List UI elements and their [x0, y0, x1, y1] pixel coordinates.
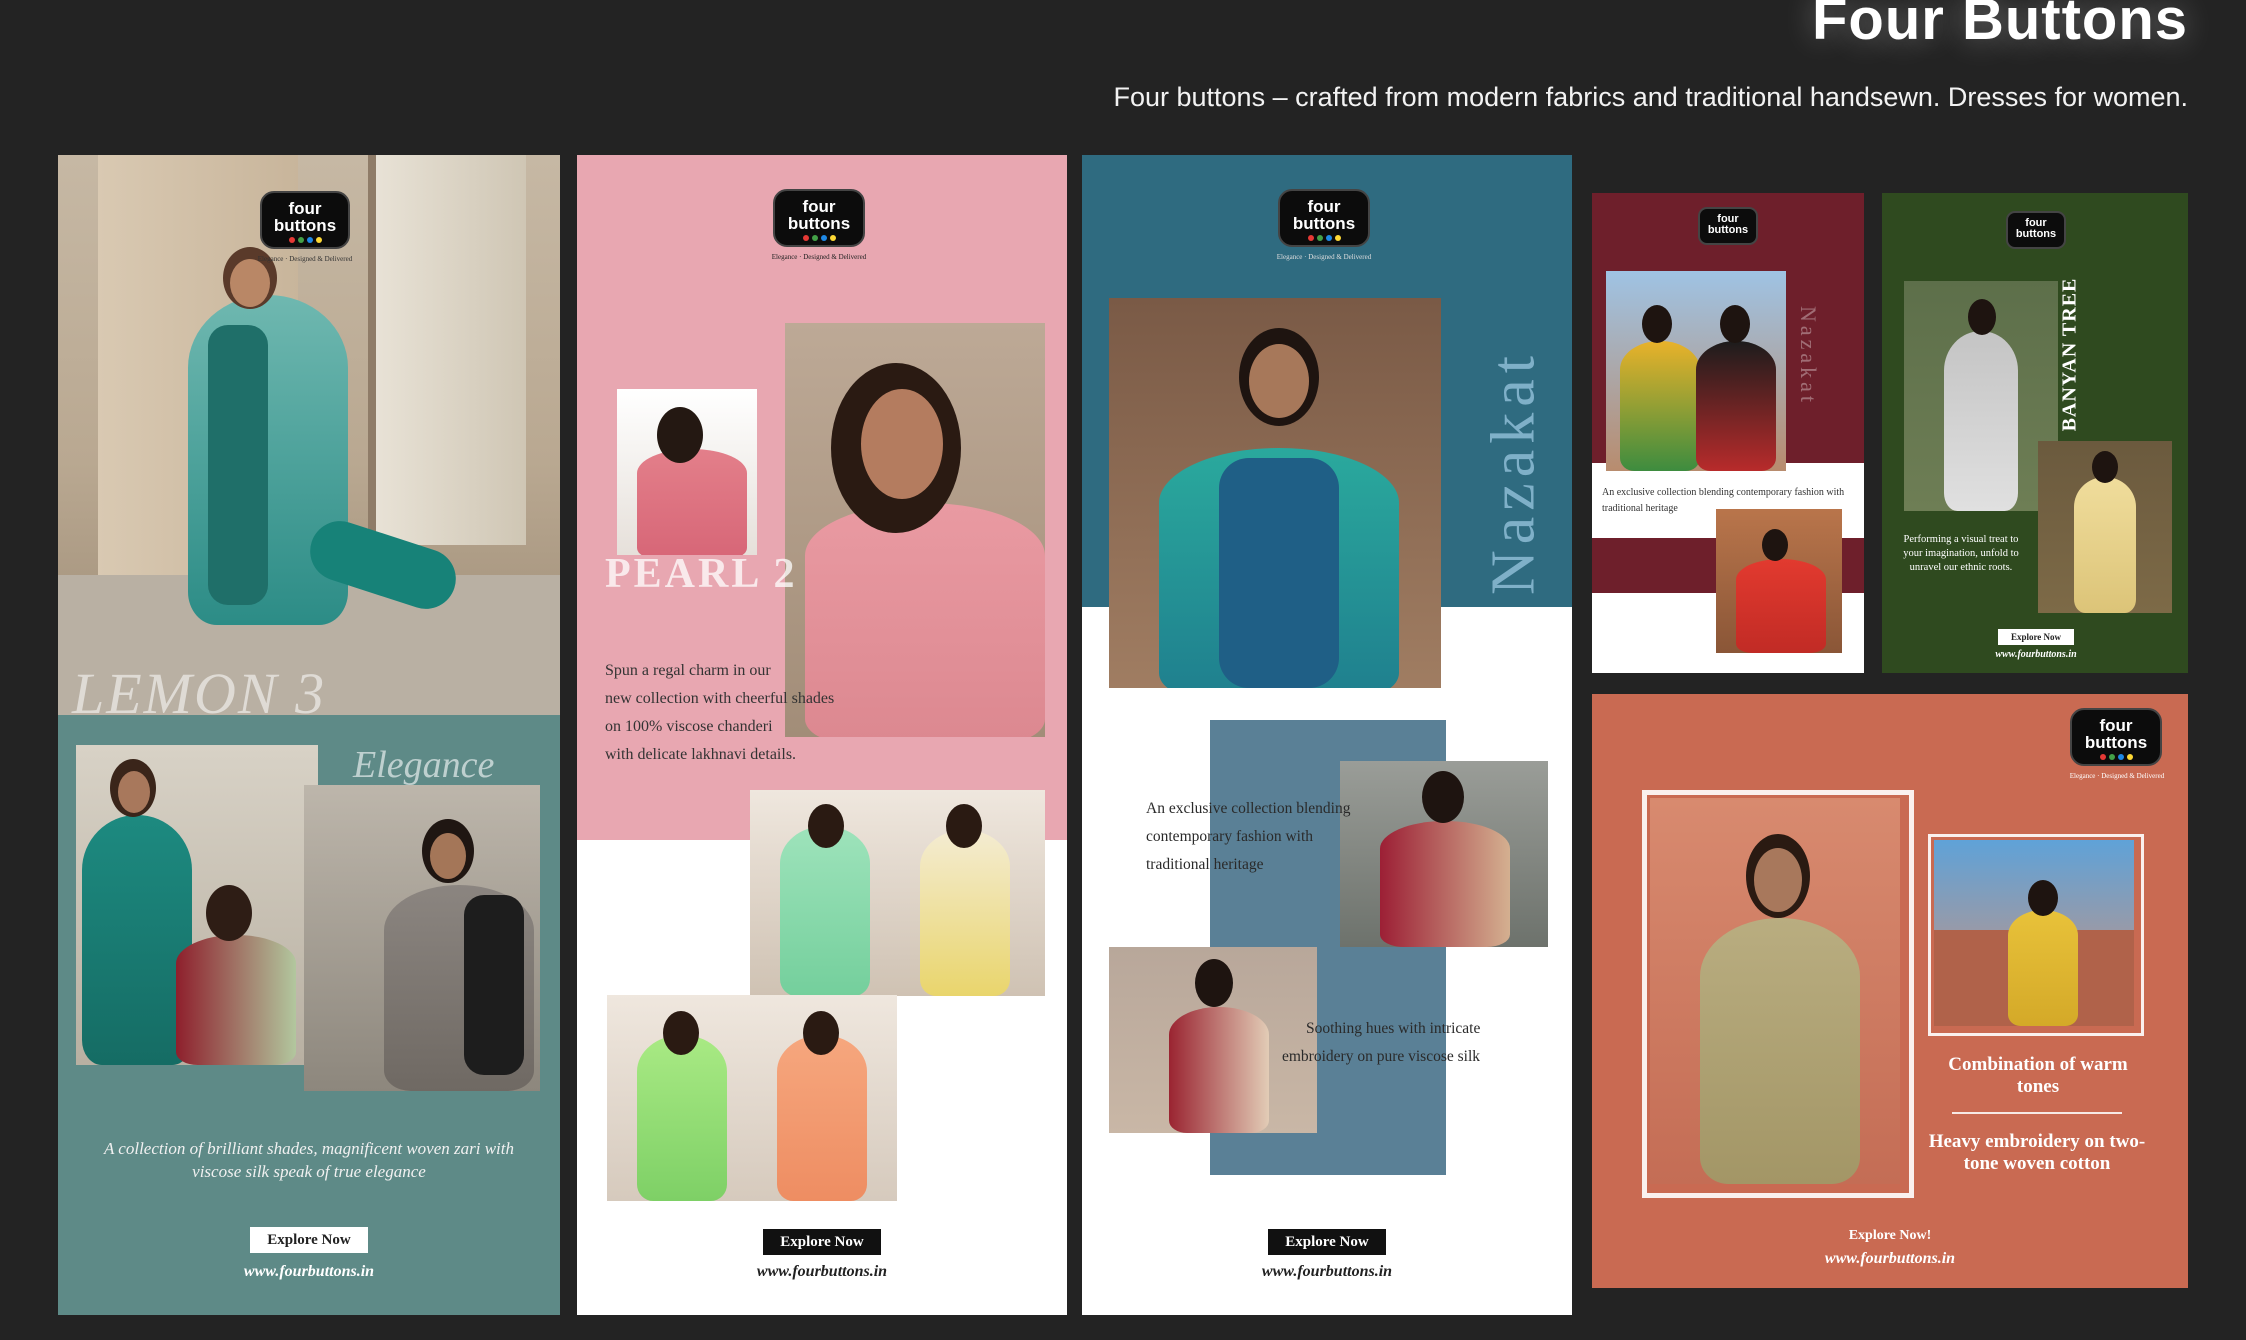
description-line: Spun a regal charm in our: [605, 662, 771, 679]
description-line: new collection with cheerful shades: [605, 690, 835, 707]
model-photo: [607, 995, 897, 1201]
description-line: with delicate lakhnavi details.: [605, 746, 797, 763]
logo-dots-icon: [775, 235, 863, 241]
description-line: on 100% viscose chanderi: [605, 718, 773, 735]
description-line: traditional heritage: [1146, 856, 1264, 873]
collection-description: Spun a regal charm in our new collection…: [605, 657, 895, 769]
description-line: embroidery on pure viscose silk: [1282, 1048, 1481, 1065]
model-photo: [1716, 509, 1842, 653]
logo-text: buttons: [1292, 214, 1356, 233]
logo-text: four: [288, 199, 322, 218]
card-terracotta: four buttons Elegance · Designed & Deliv…: [1592, 694, 2188, 1288]
model-photo: [1934, 840, 2134, 1026]
description-line: contemporary fashion with: [1146, 828, 1314, 845]
collection-title: BANYAN TREE: [2058, 277, 2081, 432]
explore-now-button[interactable]: Explore Now: [763, 1229, 881, 1255]
heading-embroidery: Heavy embroidery on two-tone woven cotto…: [1928, 1131, 2146, 1174]
brand-logo: four buttons: [2006, 211, 2066, 249]
logo-dots-icon: [262, 237, 348, 243]
collection-description: A collection of brilliant shades, magnif…: [103, 1139, 515, 1181]
page-subtitle: Four buttons – crafted from modern fabri…: [1113, 82, 2188, 112]
explore-now-button[interactable]: Explore Now: [1998, 629, 2074, 645]
logo-text: buttons: [2084, 733, 2148, 752]
brand-logo: four buttons: [260, 191, 350, 249]
page-title: Four Buttons: [1811, 0, 2188, 52]
model-photo: [617, 389, 757, 555]
brand-tagline: Elegance · Designed & Delivered: [2069, 772, 2165, 780]
collection-subtitle: Elegance: [353, 744, 495, 786]
collection-description: An exclusive collection blending contemp…: [1146, 795, 1386, 879]
brand-logo: four buttons: [1698, 207, 1758, 245]
brand-logo: four buttons: [1278, 189, 1370, 247]
brand-logo: four buttons: [773, 189, 865, 247]
card-pearl: four buttons Elegance · Designed & Deliv…: [577, 155, 1067, 1315]
brand-logo: four buttons: [2070, 708, 2162, 766]
brand-tagline: Elegance · Designed & Delivered: [1276, 253, 1372, 261]
logo-text: four: [802, 197, 836, 216]
model-photo: [76, 745, 318, 1065]
website-link[interactable]: www.fourbuttons.in: [691, 1263, 953, 1281]
collection-description: Soothing hues with intricate embroidery …: [1282, 1015, 1552, 1071]
description-line: An exclusive collection blending: [1146, 800, 1351, 817]
brand-tagline: Elegance · Designed & Delivered: [257, 255, 353, 263]
heading-warm-tones: Combination of warm tones: [1948, 1054, 2128, 1097]
model-photo: [1606, 271, 1786, 471]
explore-now-button[interactable]: Explore Now: [1268, 1229, 1386, 1255]
website-link[interactable]: www.fourbuttons.in: [1962, 649, 2110, 660]
model-photo: [1904, 281, 2058, 511]
logo-text: four: [2099, 716, 2133, 735]
logo-text: buttons: [1707, 224, 1749, 236]
website-link[interactable]: www.fourbuttons.in: [1196, 1263, 1458, 1281]
card-banyan: four buttons BANYAN TREE Performing a vi…: [1882, 193, 2188, 673]
model-photo: [1109, 298, 1441, 688]
collection-description: Performing a visual treat to your imagin…: [1903, 534, 2019, 573]
model-photo: [1650, 798, 1900, 1184]
card-nazakat: four buttons Elegance · Designed & Deliv…: [1082, 155, 1572, 1315]
logo-text: buttons: [273, 216, 337, 235]
logo-dots-icon: [1280, 235, 1368, 241]
brand-tagline: Elegance · Designed & Delivered: [771, 253, 867, 261]
model-photo: [304, 785, 540, 1091]
collection-title: Nazakat: [1479, 349, 1548, 596]
collection-title: LEMON 3: [72, 661, 327, 726]
model-photo: [2038, 441, 2172, 613]
description-line: Soothing hues with intricate: [1306, 1020, 1481, 1037]
card-maroon: four buttons Nazakat An exclusive collec…: [1592, 193, 1864, 673]
explore-now-button[interactable]: Explore Now: [250, 1227, 368, 1253]
collection-title: Nazakat: [1796, 305, 1821, 407]
logo-dots-icon: [2072, 754, 2160, 760]
explore-now-link[interactable]: Explore Now!: [1790, 1228, 1990, 1244]
website-link[interactable]: www.fourbuttons.in: [1760, 1250, 2020, 1268]
collection-title: PEARL 2: [605, 551, 798, 597]
logo-text: four: [1307, 197, 1341, 216]
card-lemon: four buttons Elegance · Designed & Deliv…: [58, 155, 560, 1315]
divider: [1952, 1112, 2122, 1114]
model-photo: [750, 790, 1045, 996]
logo-text: buttons: [2015, 228, 2057, 240]
logo-text: buttons: [787, 214, 851, 233]
website-link[interactable]: www.fourbuttons.in: [178, 1263, 440, 1281]
